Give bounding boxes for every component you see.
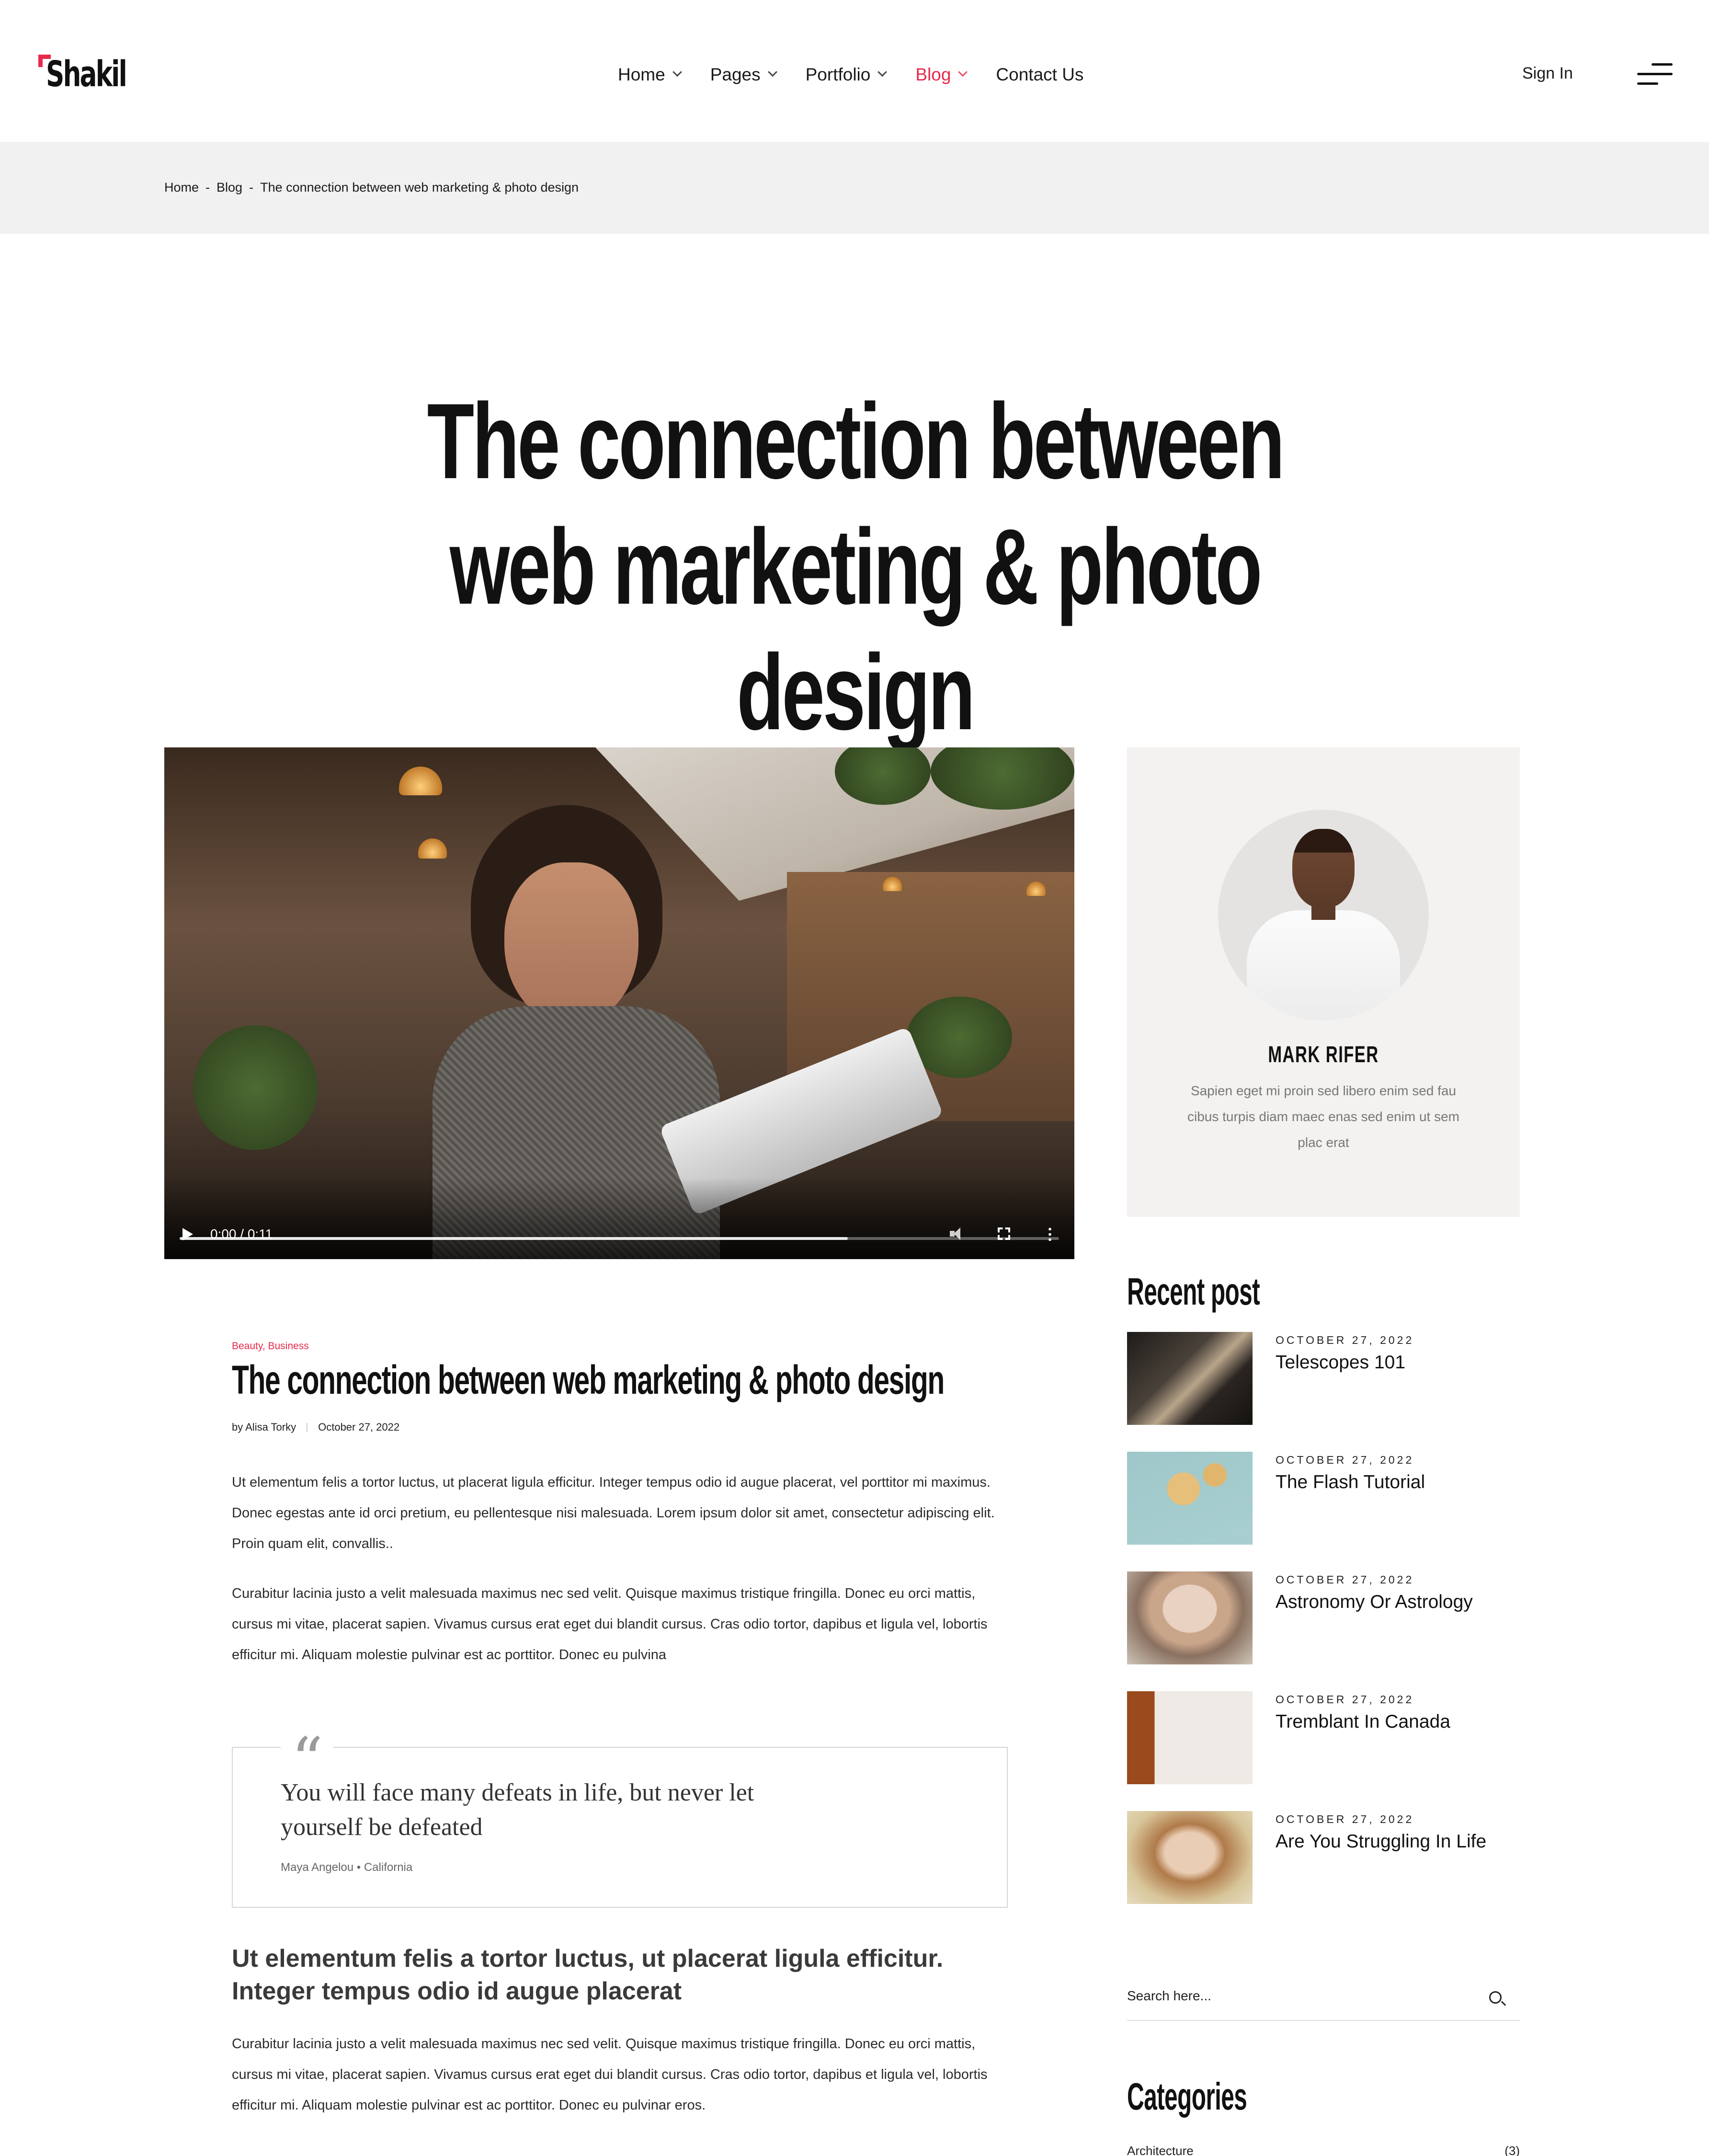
breadcrumb-separator: - — [249, 180, 254, 195]
recent-post-title[interactable]: Tremblant In Canada — [1276, 1711, 1450, 1732]
post-paragraph: Curabitur lacinia justo a velit malesuad… — [232, 2036, 988, 2113]
author-name: MARK RIFER — [1268, 1042, 1379, 1067]
lamp-shape — [399, 767, 442, 795]
recent-post-item[interactable]: OCTOBER 27, 2022 The Flash Tutorial — [1127, 1452, 1520, 1571]
nav-item-portfolio[interactable]: Portfolio — [805, 60, 888, 89]
main-nav: Home Pages Portfolio Blog Contact Us — [618, 60, 1113, 89]
avatar — [1218, 810, 1429, 1021]
recent-post-thumbnail[interactable] — [1127, 1332, 1253, 1425]
quote-text: You will face many defeats in life, but … — [281, 1779, 754, 1841]
meta-divider — [307, 1423, 308, 1432]
sidebar-search — [1127, 1977, 1520, 2021]
author-bio: Sapien eget mi proin sed libero enim sed… — [1187, 1083, 1460, 1150]
recent-post-heading: Recent post — [1127, 1270, 1260, 1313]
nav-item-label: Portfolio — [805, 65, 871, 84]
search-icon[interactable] — [1489, 1991, 1502, 2004]
recent-post-date: OCTOBER 27, 2022 — [1276, 1813, 1414, 1825]
breadcrumb: Home - Blog - The connection between web… — [164, 180, 579, 195]
logo-text: Shakil — [46, 54, 127, 95]
breadcrumb-separator: - — [205, 180, 210, 195]
recent-post-item[interactable]: OCTOBER 27, 2022 Tremblant In Canada — [1127, 1691, 1520, 1811]
plant-shape — [193, 1025, 318, 1150]
chevron-down-icon — [958, 67, 968, 77]
nav-item-home[interactable]: Home — [618, 60, 682, 89]
video-player[interactable]: 0:00 / 0:11 — [164, 747, 1074, 1259]
recent-post-item[interactable]: OCTOBER 27, 2022 Are You Struggling In L… — [1127, 1811, 1520, 1931]
recent-post-thumbnail[interactable] — [1127, 1811, 1253, 1904]
breadcrumb-current: The connection between web marketing & p… — [260, 180, 579, 195]
quote-citation: Maya Angelou • California — [281, 1861, 413, 1874]
recent-post-title[interactable]: Astronomy Or Astrology — [1276, 1592, 1473, 1613]
breadcrumb-home[interactable]: Home — [164, 180, 199, 195]
search-input[interactable] — [1127, 1984, 1462, 2008]
recent-post-item[interactable]: OCTOBER 27, 2022 Telescopes 101 — [1127, 1332, 1520, 1452]
category-count: (3) — [1504, 2144, 1520, 2156]
post-categories[interactable]: Beauty, Business — [232, 1341, 309, 1352]
author-card: MARK RIFER Sapien eget mi proin sed libe… — [1127, 747, 1520, 1217]
breadcrumb-blog[interactable]: Blog — [216, 180, 242, 195]
video-progress-fill — [180, 1237, 848, 1240]
hamburger-icon[interactable] — [1634, 61, 1673, 88]
nav-item-label: Blog — [915, 65, 951, 84]
video-controls — [164, 1178, 1074, 1259]
post-author[interactable]: by Alisa Torky — [232, 1421, 296, 1434]
site-header: Shakil Home Pages Portfolio Blog Contact… — [0, 0, 1709, 142]
video-progress-bar[interactable] — [180, 1237, 1059, 1240]
post-paragraph: Curabitur lacinia justo a velit malesuad… — [232, 1586, 988, 1663]
chevron-down-icon — [767, 67, 777, 77]
category-name: Architecture — [1127, 2144, 1194, 2156]
recent-post-date: OCTOBER 27, 2022 — [1276, 1693, 1414, 1706]
recent-post-title[interactable]: Telescopes 101 — [1276, 1352, 1405, 1373]
recent-post-title[interactable]: Are You Struggling In Life — [1276, 1831, 1486, 1852]
nav-item-blog[interactable]: Blog — [915, 60, 968, 89]
category-item[interactable]: Architecture (3) — [1127, 2144, 1520, 2156]
nav-item-label: Contact Us — [996, 65, 1084, 84]
recent-post-item[interactable]: OCTOBER 27, 2022 Astronomy Or Astrology — [1127, 1571, 1520, 1691]
quote-icon: “ — [281, 1729, 334, 1791]
post-subheading: Ut elementum felis a tortor luctus, ut p… — [232, 1945, 944, 2005]
site-logo[interactable]: Shakil — [38, 52, 134, 100]
page-title: The connection between web marketing & p… — [427, 381, 1285, 752]
recent-post-date: OCTOBER 27, 2022 — [1276, 1573, 1414, 1586]
recent-post-title[interactable]: The Flash Tutorial — [1276, 1472, 1425, 1493]
recent-post-list: OCTOBER 27, 2022 Telescopes 101 OCTOBER … — [1127, 1332, 1520, 1931]
post-date: October 27, 2022 — [318, 1421, 400, 1433]
chevron-down-icon — [672, 67, 682, 77]
recent-post-thumbnail[interactable] — [1127, 1452, 1253, 1545]
breadcrumb-bar: Home - Blog - The connection between web… — [0, 142, 1709, 234]
sign-in-link[interactable]: Sign In — [1522, 64, 1573, 83]
chevron-down-icon — [877, 67, 888, 77]
categories-heading: Categories — [1127, 2075, 1247, 2118]
post-title: The connection between web marketing & p… — [232, 1357, 945, 1402]
nav-item-label: Pages — [710, 65, 761, 84]
nav-item-label: Home — [618, 65, 665, 84]
recent-post-thumbnail[interactable] — [1127, 1691, 1253, 1784]
recent-post-thumbnail[interactable] — [1127, 1571, 1253, 1664]
post-meta: by Alisa Torky October 27, 2022 — [232, 1421, 399, 1434]
recent-post-date: OCTOBER 27, 2022 — [1276, 1454, 1414, 1466]
nav-item-pages[interactable]: Pages — [710, 60, 777, 89]
blockquote: “ You will face many defeats in life, bu… — [232, 1729, 1008, 1908]
nav-item-contact[interactable]: Contact Us — [996, 60, 1083, 89]
recent-post-date: OCTOBER 27, 2022 — [1276, 1334, 1414, 1346]
post-paragraph: Ut elementum felis a tortor luctus, ut p… — [232, 1475, 995, 1551]
